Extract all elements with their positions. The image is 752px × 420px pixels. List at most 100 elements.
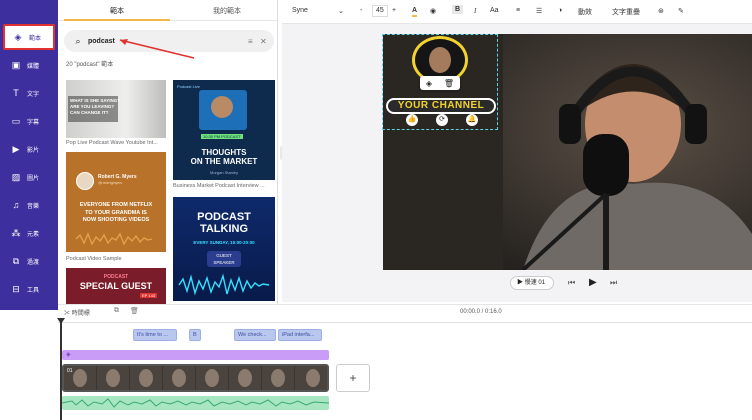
template-text: PODCAST	[197, 211, 251, 223]
sidebar-item-label: 文字	[27, 91, 40, 98]
speed-button[interactable]: ▶ 慢速 01	[510, 276, 554, 290]
sidebar-item-label: 字幕	[27, 119, 40, 126]
video-icon: ▶	[12, 143, 20, 154]
delete-icon[interactable]: 🗑	[444, 79, 454, 88]
delete-icon[interactable]: 🗑	[130, 307, 139, 315]
sidebar-item-templates[interactable]: ◈ 範本	[3, 24, 55, 50]
opacity-icon[interactable]: ◑	[558, 7, 562, 14]
track-label: 01	[67, 368, 73, 374]
template-text: Morgan Stanley	[209, 170, 238, 175]
play-icon[interactable]: ▶	[589, 277, 597, 288]
template-caption-1: Pop Live Podcast Wave Youtube Int...	[66, 140, 158, 146]
bell-icon: 🔔	[466, 114, 478, 126]
speed-label: 慢速 01	[524, 280, 546, 286]
template-text: EVERYONE FROM NETFLIX	[79, 202, 153, 208]
font-select[interactable]: Syne	[292, 7, 308, 14]
like-icon: 👍	[406, 114, 418, 126]
media-icon: ▣	[11, 59, 21, 70]
timeline-toolbar: ✂ 時間標 ⧉ 🗑 00:00.0 / 0:16.0	[58, 304, 752, 320]
filter-icon[interactable]: ≡	[248, 37, 260, 46]
template-text: SPEAKER	[213, 260, 235, 265]
sidebar-item-video[interactable]: ▶ 影片	[3, 136, 55, 162]
audio-waveform	[62, 398, 329, 408]
share-icon: ⟳	[436, 114, 448, 126]
tab-my-templates[interactable]: 我的範本	[172, 6, 277, 16]
add-clip-button[interactable]: +	[336, 364, 370, 392]
text-toolbar: Syne ⌄ - 45 + A ◉ B I Aa ≡ ☰ ◑ 動效 文字重疊 ⊛…	[282, 0, 752, 24]
scissors-icon[interactable]: ✂	[64, 311, 70, 317]
template-text: NOW SHOOTING VIDEOS	[82, 217, 150, 223]
channel-title[interactable]: YOUR CHANNEL	[386, 98, 496, 114]
italic-icon[interactable]: I	[474, 7, 476, 15]
video-filmstrip	[64, 366, 327, 390]
template-text: Robert G. Myers	[98, 174, 137, 180]
sidebar-item-tools[interactable]: ⊟ 工具	[3, 276, 55, 302]
transition-icon: ⧉	[12, 255, 20, 266]
template-caption-2: Business Market Podcast Interview ...	[173, 183, 265, 189]
effects-icon[interactable]: ⊛	[658, 7, 664, 15]
template-thumb-3[interactable]: Robert G. Myers @robertgmyers EVERYONE F…	[66, 152, 166, 252]
sidebar-item-media[interactable]: ▣ 媒體	[3, 52, 55, 78]
layers-icon[interactable]: ◈	[426, 79, 432, 88]
template-thumb-1[interactable]: WHAT IS SHE SAYING? ARE YOU LEAVING? CAN…	[66, 80, 166, 138]
highlight-color-icon[interactable]: ◉	[430, 7, 436, 15]
tools-icon: ⊟	[12, 283, 20, 294]
audio-track[interactable]	[62, 396, 329, 410]
video-track[interactable]: 01	[62, 364, 329, 392]
template-text: TO YOUR GRANDMA IS	[85, 209, 147, 216]
elements-icon: ⁂	[11, 227, 21, 238]
animation-button[interactable]: 動效	[578, 7, 592, 17]
sidebar-item-music[interactable]: ♫ 音樂	[3, 192, 55, 218]
tab-templates[interactable]: 範本	[62, 6, 172, 16]
skip-forward-icon[interactable]: ⏭	[610, 278, 617, 288]
template-thumb-4[interactable]: PODCAST TALKING EVERY SUNDAY, 15:00-20:0…	[173, 197, 275, 301]
sidebar-item-text[interactable]: T 文字	[3, 80, 55, 106]
template-text: CAN CHANGE IT?	[70, 110, 109, 115]
text-clip[interactable]: It's time to ...	[133, 329, 177, 341]
image-icon: ▨	[11, 171, 21, 182]
waveform-graphic	[178, 273, 270, 296]
sidebar: ◈ 範本 ▣ 媒體 T 文字 ▭ 字幕 ▶ 影片 ▨ 圖片 ♫ 音樂 ⁂ 元素 ⧉ 過渡 ⊟ 工具	[0, 0, 58, 310]
template-track[interactable]: ◈	[62, 350, 329, 360]
template-text: PODCAST	[103, 274, 129, 280]
sidebar-item-label: 元素	[27, 231, 40, 238]
edit-pen-icon[interactable]: ✎	[678, 7, 684, 15]
tab-active-indicator	[64, 19, 170, 21]
bold-icon[interactable]: B	[452, 5, 464, 14]
split-button[interactable]: 時間標	[72, 311, 90, 317]
text-case-icon[interactable]: Aa	[490, 7, 499, 14]
template-caption-3: Podcast Video Sample	[66, 256, 122, 262]
template-text: @robertgmyers	[98, 181, 123, 185]
sidebar-item-subtitles[interactable]: ▭ 字幕	[3, 108, 55, 134]
layers-icon: ◈	[66, 352, 71, 358]
template-text: TALKING	[199, 223, 249, 235]
align-center-icon[interactable]: ≡	[516, 7, 520, 14]
text-clip[interactable]: We check...	[234, 329, 276, 341]
text-clip[interactable]: iPad interfa...	[278, 329, 322, 341]
sidebar-item-elements[interactable]: ⁂ 元素	[3, 220, 55, 246]
annotation-arrow	[119, 39, 195, 59]
text-color-icon[interactable]: A	[412, 7, 418, 17]
skip-back-icon[interactable]: ⏮	[568, 278, 575, 288]
result-count: 20 "podcast" 範本	[66, 62, 114, 68]
sidebar-item-images[interactable]: ▨ 圖片	[3, 164, 55, 190]
duplicate-icon[interactable]: ⧉	[114, 307, 119, 315]
chevron-down-icon[interactable]: ⌄	[338, 7, 344, 15]
font-size-decrease[interactable]: -	[360, 7, 362, 14]
template-thumb-5[interactable]: PODCAST SPECIAL GUEST EP 143	[66, 268, 166, 304]
time-display: 00:00.0 / 0:16.0	[460, 309, 502, 315]
social-icons: 👍 ⟳ 🔔	[406, 114, 478, 128]
waveform-graphic	[75, 232, 153, 246]
font-size-input[interactable]: 45	[372, 5, 388, 17]
text-overlay-button[interactable]: 文字重疊	[612, 7, 640, 17]
template-text: ON THE MARKET	[190, 157, 258, 166]
clear-icon[interactable]: ✕	[260, 37, 274, 46]
template-thumb-2[interactable]: Podcast Live 10:30 PM PODCAST THOUGHTS O…	[173, 80, 275, 180]
line-spacing-icon[interactable]: ☰	[536, 7, 542, 15]
play-small-icon: ▶	[517, 280, 524, 286]
template-text: 10:30 PM PODCAST	[201, 134, 243, 139]
font-size-increase[interactable]: +	[392, 7, 396, 14]
sidebar-item-transitions[interactable]: ⧉ 過渡	[3, 248, 55, 274]
sidebar-item-label: 影片	[27, 147, 40, 154]
text-clip[interactable]: B	[189, 329, 201, 341]
